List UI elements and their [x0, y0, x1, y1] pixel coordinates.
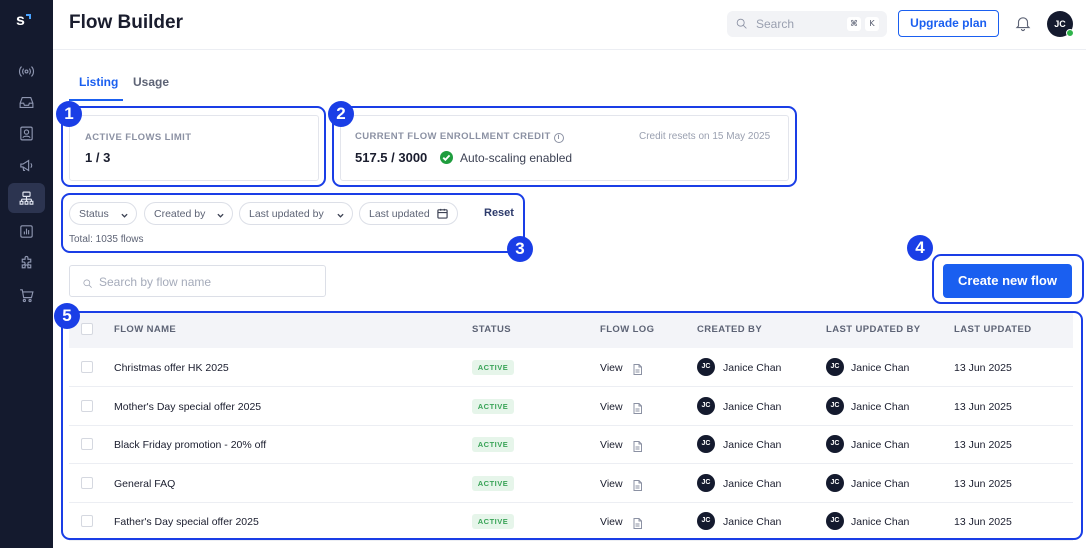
sidebar-item-inbox[interactable]	[8, 87, 45, 117]
logo-letter: S	[16, 12, 25, 29]
annotation-box-1	[61, 106, 326, 187]
annotation-number-3: 3	[507, 236, 533, 262]
online-status-indicator	[1066, 29, 1074, 37]
search-placeholder: Search	[756, 17, 795, 31]
annotation-number-5: 5	[54, 303, 80, 329]
flow-builder-icon	[19, 191, 34, 205]
search-icon	[735, 17, 748, 30]
analytics-icon	[20, 224, 33, 238]
annotation-number-2: 2	[328, 101, 354, 127]
top-header: Flow Builder Search ⌘ K Upgrade plan JC	[53, 0, 1086, 50]
active-tab-indicator	[69, 99, 123, 101]
inbox-icon	[19, 96, 34, 108]
flow-search-placeholder: Search by flow name	[99, 275, 212, 289]
tab-usage[interactable]: Usage	[133, 75, 169, 89]
shortcut-key-cmd: ⌘	[847, 17, 861, 31]
sidebar-item-broadcast[interactable]	[8, 56, 45, 86]
page-title: Flow Builder	[69, 12, 183, 33]
sidebar-item-contacts[interactable]	[8, 118, 45, 148]
sidebar: S	[0, 0, 53, 548]
tab-listing[interactable]: Listing	[79, 75, 118, 89]
sidebar-item-integrations[interactable]	[8, 248, 45, 278]
integrations-icon	[21, 255, 32, 268]
annotation-number-4: 4	[907, 235, 933, 261]
sidebar-item-flow-builder[interactable]	[8, 183, 45, 213]
broadcast-icon	[19, 65, 34, 77]
megaphone-icon	[20, 159, 33, 171]
brand-logo[interactable]: S	[16, 12, 38, 34]
annotation-box-4	[932, 254, 1084, 304]
annotation-box-5	[61, 311, 1083, 540]
sidebar-item-analytics[interactable]	[8, 216, 45, 246]
logo-mark-icon	[26, 14, 31, 19]
notifications-bell-icon[interactable]	[1014, 13, 1032, 33]
search-icon	[82, 276, 93, 288]
cart-icon	[20, 288, 34, 302]
global-search-input[interactable]: Search ⌘ K	[727, 11, 887, 37]
sidebar-item-commerce[interactable]	[8, 280, 45, 310]
annotation-box-3	[61, 193, 525, 253]
annotation-box-2	[332, 106, 797, 187]
shortcut-key-k: K	[865, 17, 879, 31]
annotation-number-1: 1	[56, 101, 82, 127]
flow-name-search-input[interactable]: Search by flow name	[69, 265, 326, 297]
sidebar-item-campaigns[interactable]	[8, 150, 45, 180]
contact-card-icon	[20, 126, 33, 140]
upgrade-plan-button[interactable]: Upgrade plan	[898, 10, 999, 37]
